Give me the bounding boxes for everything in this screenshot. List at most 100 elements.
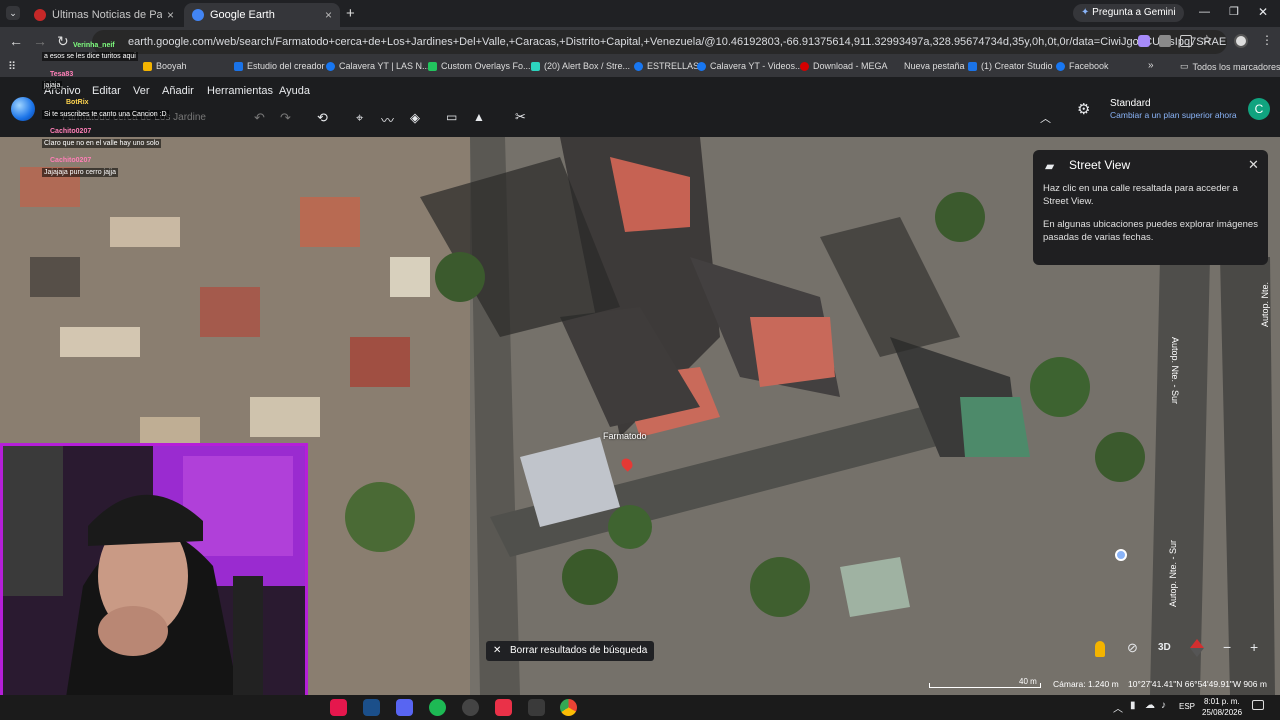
tab-noticias[interactable]: Últimas Noticias de Panamá En × [26, 3, 182, 27]
card-close-icon[interactable]: ✕ [1248, 157, 1259, 173]
obs-icon[interactable] [462, 699, 479, 716]
url-text: earth.google.com/web/search/Farmatodo+ce… [128, 36, 1227, 48]
all-bookmarks-folder[interactable]: ▭ Todos los marcadores [1180, 61, 1280, 72]
bookmark-favicon-icon [234, 61, 243, 71]
address-bar[interactable]: earth.google.com/web/search/Farmatodo+ce… [92, 30, 1227, 54]
bookmark-item[interactable]: Facebook [1056, 61, 1109, 71]
bookmark-item[interactable]: (1) Creator Studio [968, 61, 1053, 71]
my-location-icon[interactable] [1115, 549, 1127, 561]
clock-time[interactable]: 8:01 p. m. [1204, 697, 1240, 706]
place-label-farmatodo: Farmatodo [603, 431, 647, 441]
history-icon[interactable]: ⟲ [317, 110, 328, 126]
image-overlay-icon[interactable]: ▲ [473, 110, 485, 124]
tab-search-icon[interactable]: ⌄ [6, 6, 20, 20]
tab-google-earth[interactable]: Google Earth × [184, 3, 340, 27]
collapse-toolbar-icon[interactable]: ︿ [1040, 110, 1051, 126]
chrome-icon[interactable] [560, 699, 577, 716]
bookmark-star-icon[interactable]: ☆ [1201, 32, 1213, 48]
menu-herramientas[interactable]: Herramientas [207, 85, 273, 97]
menu-ayuda[interactable]: Ayuda [279, 85, 310, 97]
chat-message: Claro que no en el valle hay uno solo [42, 139, 162, 148]
bookmark-item[interactable]: Custom Overlays Fo... [428, 61, 531, 71]
settings-gear-icon[interactable]: ⚙ [1077, 100, 1090, 118]
upgrade-plan-link[interactable]: Cambiar a un plan superior ahora [1110, 110, 1237, 120]
layers-icon[interactable]: ◈ [410, 110, 420, 126]
redo-icon[interactable]: ↷ [280, 110, 291, 126]
tools-icon[interactable]: ✂ [515, 109, 526, 125]
gemini-button[interactable]: ✦ Pregunta a Gemini [1073, 4, 1184, 22]
placemark-icon[interactable]: ⌖ [356, 110, 363, 126]
bookmark-label: Download - MEGA [813, 61, 888, 71]
tiktok-icon[interactable] [330, 699, 347, 716]
minimize-button[interactable]: — [1199, 6, 1210, 18]
chat-message: Jajajaja puro cerro jajja [42, 168, 118, 177]
bookmark-label: Estudio del creador [247, 61, 325, 71]
folder-icon: ▭ [1180, 61, 1189, 71]
extension-icon[interactable] [1138, 35, 1150, 47]
bookmark-item[interactable]: Download - MEGA [800, 61, 888, 71]
tab-close-icon[interactable]: × [167, 8, 174, 22]
clear-search-results-button[interactable]: ✕ Borrar resultados de búsqueda [486, 641, 654, 661]
street-view-card: ▰ ✕ Street View Haz clic en una calle re… [1033, 150, 1268, 265]
browser-menu-icon[interactable]: ⋮ [1261, 33, 1273, 47]
bookmark-item[interactable]: (20) Alert Box / Stre... [531, 61, 630, 71]
steam-icon[interactable] [363, 699, 380, 716]
tray-chevron-icon[interactable]: ︿ [1113, 700, 1123, 715]
zoom-out-button[interactable]: − [1223, 639, 1231, 655]
volume-icon[interactable]: ♪ [1161, 700, 1166, 711]
ruler-icon[interactable]: ▭ [446, 110, 457, 124]
spotify-icon[interactable] [429, 699, 446, 716]
account-avatar[interactable]: C [1248, 98, 1270, 120]
apps-icon[interactable] [528, 699, 545, 716]
browser-tab-strip: ⌄ Últimas Noticias de Panamá En × Google… [0, 0, 1280, 27]
road-label: Autop. Nte. - Sur [1168, 539, 1178, 607]
new-tab-button[interactable]: + [346, 5, 355, 22]
profile-avatar[interactable] [1234, 34, 1248, 48]
tab-close-icon[interactable]: × [325, 8, 332, 22]
more-bookmarks-icon[interactable]: » [1148, 60, 1154, 71]
chat-message: a esos se les dice turitos aqui [42, 52, 138, 61]
bookmark-item[interactable]: Calavera YT - Videos... [697, 61, 803, 71]
notifications-icon[interactable] [1252, 700, 1264, 710]
discord-icon[interactable] [396, 699, 413, 716]
forward-icon[interactable]: → [33, 33, 47, 49]
apps-grid-icon[interactable]: ⠿ [8, 60, 16, 73]
bookmark-item[interactable]: Calavera YT | LAS N... [326, 61, 430, 71]
streamer-webcam [0, 443, 308, 720]
path-icon[interactable]: 〰 [381, 110, 394, 129]
language-indicator[interactable]: ESP [1179, 702, 1195, 711]
reload-icon[interactable]: ↻ [57, 33, 69, 50]
bookmark-label: (1) Creator Studio [981, 61, 1053, 71]
bookmark-item[interactable]: Estudio del creador [234, 61, 325, 71]
menu-anadir[interactable]: Añadir [162, 85, 194, 97]
mega-icon [800, 61, 809, 71]
facebook-icon [697, 61, 706, 71]
install-app-icon[interactable] [1180, 35, 1192, 47]
mic-icon[interactable]: ▮ [1130, 700, 1136, 711]
bookmark-item[interactable]: Booyah [143, 61, 187, 71]
bookmarks-bar: ⠿ Booyah Estudio del creador Calavera YT… [0, 57, 1280, 77]
clock-date[interactable]: 25/08/2026 [1202, 708, 1242, 717]
maximize-button[interactable]: ❐ [1229, 5, 1239, 18]
clear-view-icon[interactable]: ⊘ [1127, 640, 1138, 656]
3d-toggle-button[interactable]: 3D [1158, 642, 1171, 653]
windows-taskbar: ︿ ▮ ☁ ♪ ESP 8:01 p. m. 25/08/2026 [0, 695, 1280, 720]
bookmark-label: Calavera YT - Videos... [710, 61, 803, 71]
back-icon[interactable]: ← [9, 33, 23, 49]
bookmark-item[interactable]: ESTRELLAS [634, 61, 699, 71]
road-label: Autop. Nte. [1260, 281, 1270, 327]
bookmark-item[interactable]: Nueva pestaña [904, 61, 965, 71]
translate-icon[interactable] [1159, 35, 1171, 47]
menu-ver[interactable]: Ver [133, 85, 150, 97]
bookmark-label: Todos los marcadores [1192, 61, 1280, 72]
streamlabs-icon[interactable] [495, 699, 512, 716]
earth-logo-icon[interactable] [11, 97, 35, 121]
menu-editar[interactable]: Editar [92, 85, 121, 97]
camera-altitude: Cámara: 1.240 m [1053, 679, 1119, 689]
zoom-in-button[interactable]: + [1250, 639, 1258, 655]
bookmark-favicon-icon [968, 61, 977, 71]
cloud-icon[interactable]: ☁ [1145, 700, 1155, 711]
pegman-icon[interactable] [1095, 641, 1105, 657]
close-window-button[interactable]: ✕ [1258, 5, 1268, 19]
undo-icon[interactable]: ↶ [254, 110, 265, 126]
